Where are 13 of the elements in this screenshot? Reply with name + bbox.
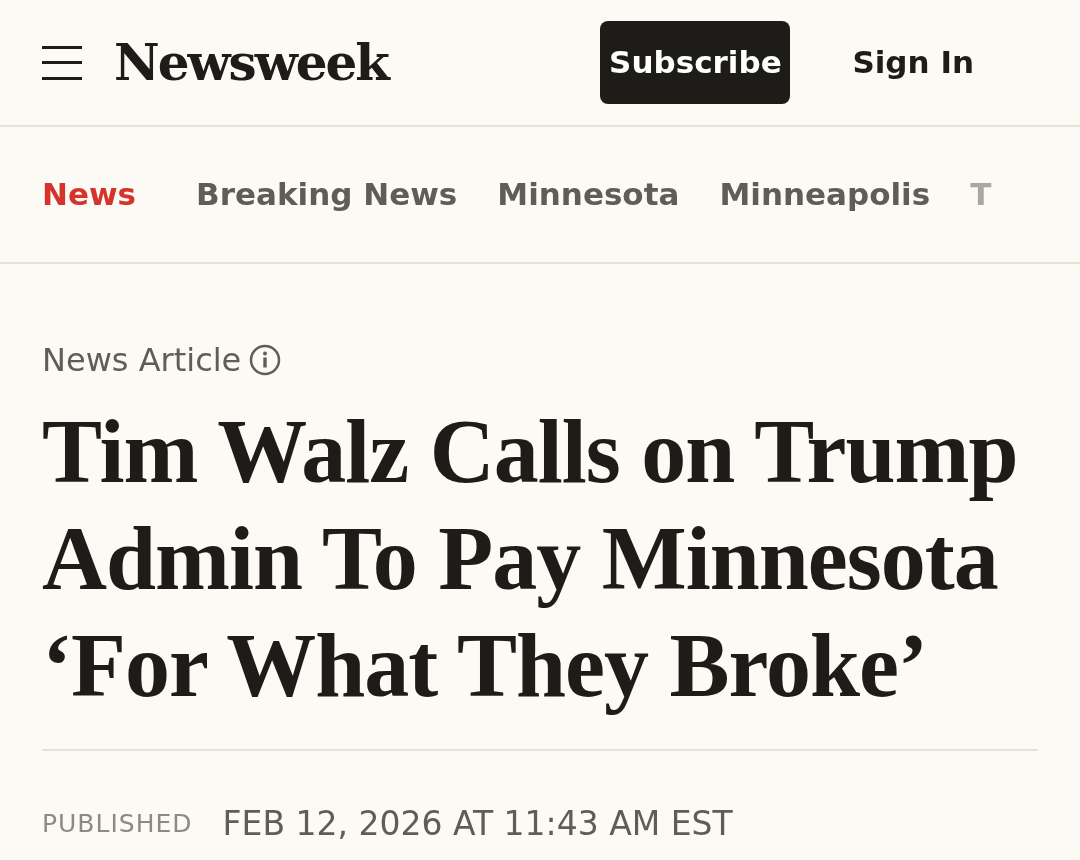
brand-logo[interactable]: Newsweek (114, 25, 388, 100)
nav-link[interactable]: Minnesota (497, 171, 680, 218)
info-icon[interactable] (249, 344, 282, 376)
article-type-label: News Article (42, 340, 242, 381)
nav-link[interactable]: News (42, 171, 137, 218)
nav-link[interactable]: Breaking News (196, 171, 458, 218)
menu-icon[interactable] (42, 45, 82, 80)
headline: Tim Walz Calls on Trump Admin To Pay Minnesota ‘For What They Broke’ (42, 401, 1019, 717)
subscribe-button[interactable]: Subscribe (600, 21, 791, 104)
publish-date: FEB 12, 2026 AT 11:43 AM EST (222, 803, 733, 845)
sign-in-link[interactable]: Sign In (852, 39, 974, 86)
nav-link[interactable]: Minneapolis (719, 171, 931, 218)
published-label: PUBLISHED (42, 808, 193, 840)
